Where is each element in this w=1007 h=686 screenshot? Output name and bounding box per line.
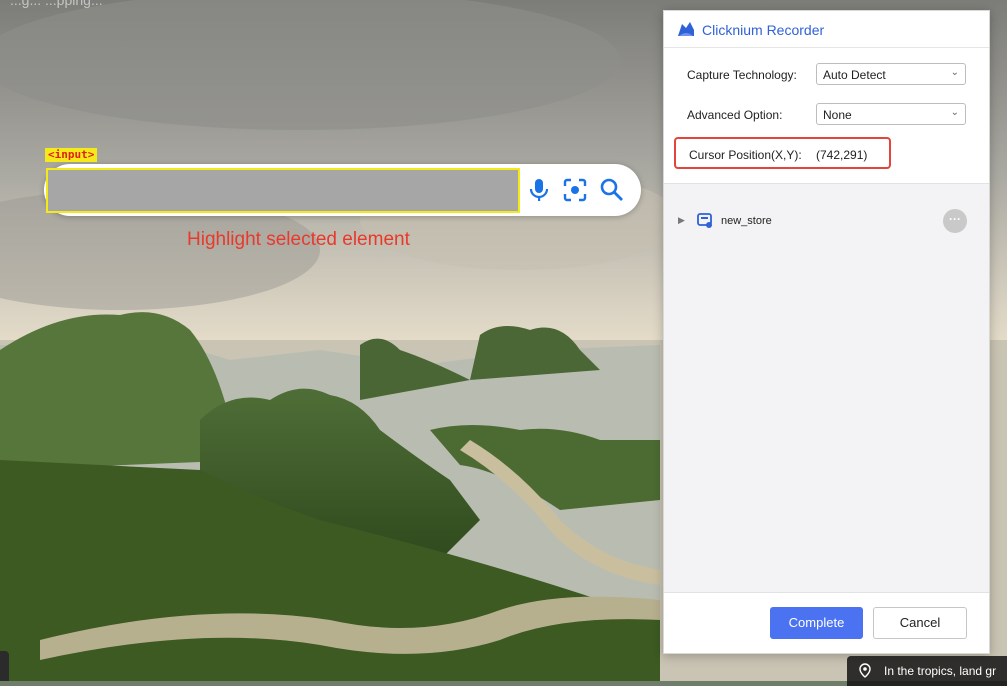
expand-caret-icon[interactable]: ▶ <box>678 215 685 226</box>
more-options-button[interactable]: ··· <box>943 209 967 233</box>
capture-technology-select[interactable]: Auto Detect ⌄ <box>816 63 966 85</box>
complete-button[interactable]: Complete <box>770 607 863 639</box>
image-caption-bar[interactable]: In the tropics, land gr <box>847 656 1007 686</box>
left-edge-widget <box>0 651 9 681</box>
chevron-down-icon: ⌄ <box>950 107 959 118</box>
lens-icon[interactable] <box>561 176 589 204</box>
highlight-tag: <input> <box>45 148 98 162</box>
clicknium-logo-icon <box>678 22 694 36</box>
locator-tree: ▶ new_store ··· <box>664 183 989 593</box>
search-icon[interactable] <box>598 176 626 204</box>
chevron-down-icon: ⌄ <box>950 67 959 78</box>
capture-technology-label: Capture Technology: <box>687 68 797 82</box>
cursor-position-label: Cursor Position(X,Y): <box>689 148 802 162</box>
background-page-text: ...g... ...pping... <box>10 0 103 8</box>
cursor-position-value: (742,291) <box>816 148 868 162</box>
capture-technology-value: Auto Detect <box>823 68 886 82</box>
recorder-panel: Clicknium Recorder Capture Technology: A… <box>663 10 990 654</box>
advanced-option-select[interactable]: None ⌄ <box>816 103 966 125</box>
cancel-button[interactable]: Cancel <box>873 607 967 639</box>
microphone-icon[interactable] <box>525 176 553 204</box>
highlight-caption: Highlight selected element <box>187 229 410 250</box>
image-caption-text: In the tropics, land gr <box>884 664 997 678</box>
advanced-option-value: None <box>823 108 852 122</box>
location-pin-icon <box>859 663 871 678</box>
panel-title: Clicknium Recorder <box>702 22 825 38</box>
store-icon <box>697 213 712 228</box>
tree-item-new-store[interactable]: new_store <box>721 215 772 227</box>
panel-titlebar[interactable]: Clicknium Recorder <box>664 11 989 48</box>
search-input[interactable] <box>46 168 520 213</box>
cursor-position-box: Cursor Position(X,Y): (742,291) <box>674 137 891 169</box>
advanced-option-label: Advanced Option: <box>687 108 783 122</box>
